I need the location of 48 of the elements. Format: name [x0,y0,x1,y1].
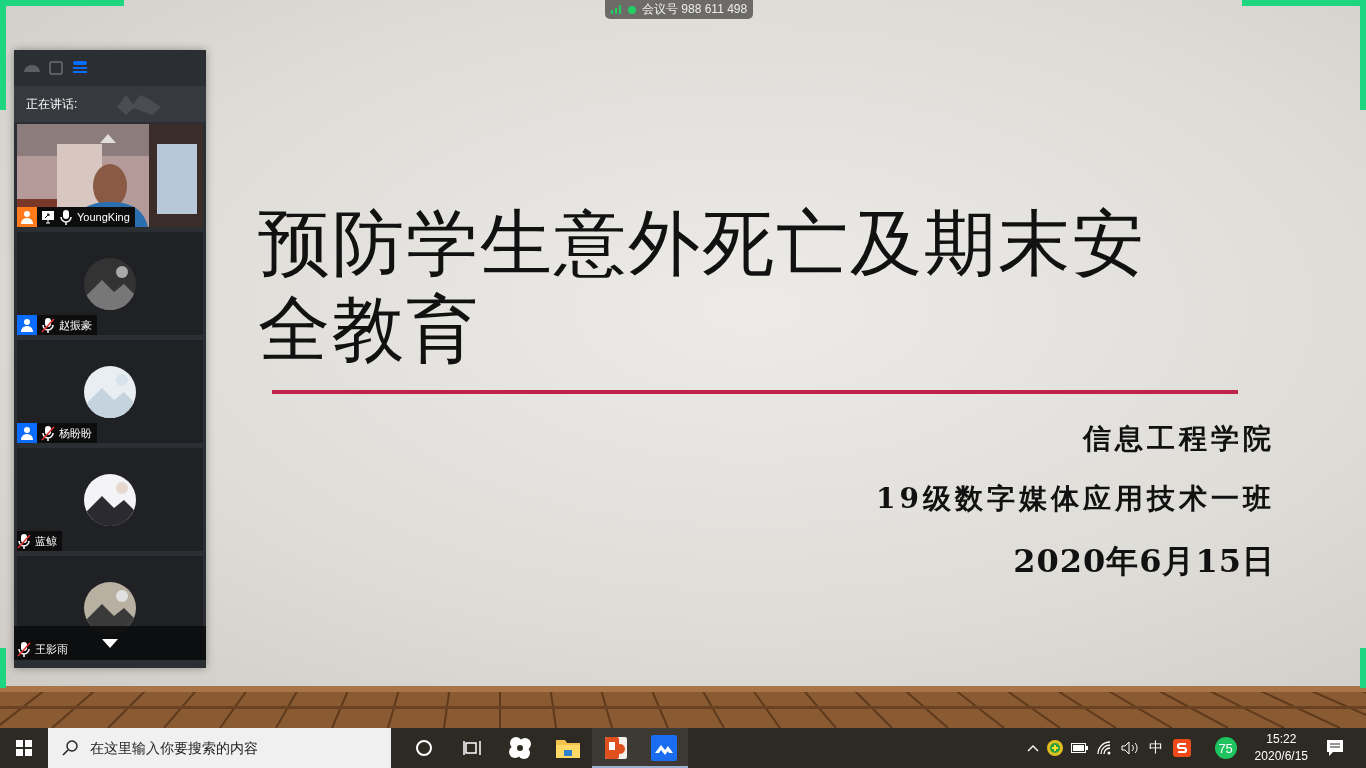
participant-name: 赵振豪 [59,317,92,333]
signal-icon [611,5,622,14]
clock-button[interactable]: 15:22 2020/6/15 [1244,731,1318,765]
slides-app-icon [604,736,628,760]
muted-mic-icon[interactable] [17,533,31,549]
speaking-label: 正在讲话: [26,95,78,113]
notification-icon[interactable] [1326,739,1344,757]
slide-subtitle: 19级数字媒体应用技术一班 [876,481,1275,517]
participant-tile[interactable]: 蓝鲸 [17,448,203,551]
window-icon [48,60,64,76]
mic-icon[interactable] [59,209,73,225]
participant-name: YoungKing [77,211,130,223]
pinwheel-icon [508,736,532,760]
battery-icon[interactable] [1070,743,1089,753]
participant-tile[interactable]: YoungKing [17,124,203,227]
task-view-icon [463,740,481,756]
caret-down-icon [102,638,118,648]
participant-name: 杨盼盼 [59,425,92,441]
search-bar[interactable]: 在这里输入你要搜索的内容 [48,728,391,768]
status-dot [628,5,636,14]
meeting-id: 会议号 988 611 498 [642,1,748,18]
circle-icon [415,739,433,757]
input-method-button[interactable]: 中 [1146,728,1165,768]
slide-subtitle: 信息工程学院 [1083,421,1275,457]
wifi-icon[interactable] [1096,741,1113,755]
windows-logo-icon [16,740,32,756]
volume-icon[interactable] [1120,741,1139,755]
minimize-icon [24,64,40,72]
search-field[interactable]: 在这里输入你要搜索的内容 [88,739,372,757]
muted-mic-icon[interactable] [41,317,55,333]
taskbar-app-button[interactable] [640,728,688,768]
folder-icon [556,738,580,758]
participant-name: 王影雨 [35,641,68,657]
s-logo-icon[interactable] [1172,739,1191,757]
taskbar-app-button[interactable] [592,728,640,768]
chevron-up-icon[interactable] [1026,744,1039,752]
participant-tile[interactable]: 杨盼盼 [17,340,203,443]
search-icon [62,740,78,756]
list-view-button[interactable] [72,60,88,76]
slide-subtitle: 2020年6月15日 [1013,541,1275,582]
muted-mic-icon[interactable] [41,425,55,441]
slide-title: 预防学生意外死亡及期末安全教育 [258,200,1147,372]
list-icon [72,60,88,76]
meeting-app-icon [651,735,677,761]
participant-tile[interactable]: 赵振豪 [17,232,203,335]
plus-shield-icon[interactable] [1046,740,1063,756]
participant-name: 蓝鲸 [35,533,57,549]
scroll-up-icon[interactable] [100,134,116,143]
